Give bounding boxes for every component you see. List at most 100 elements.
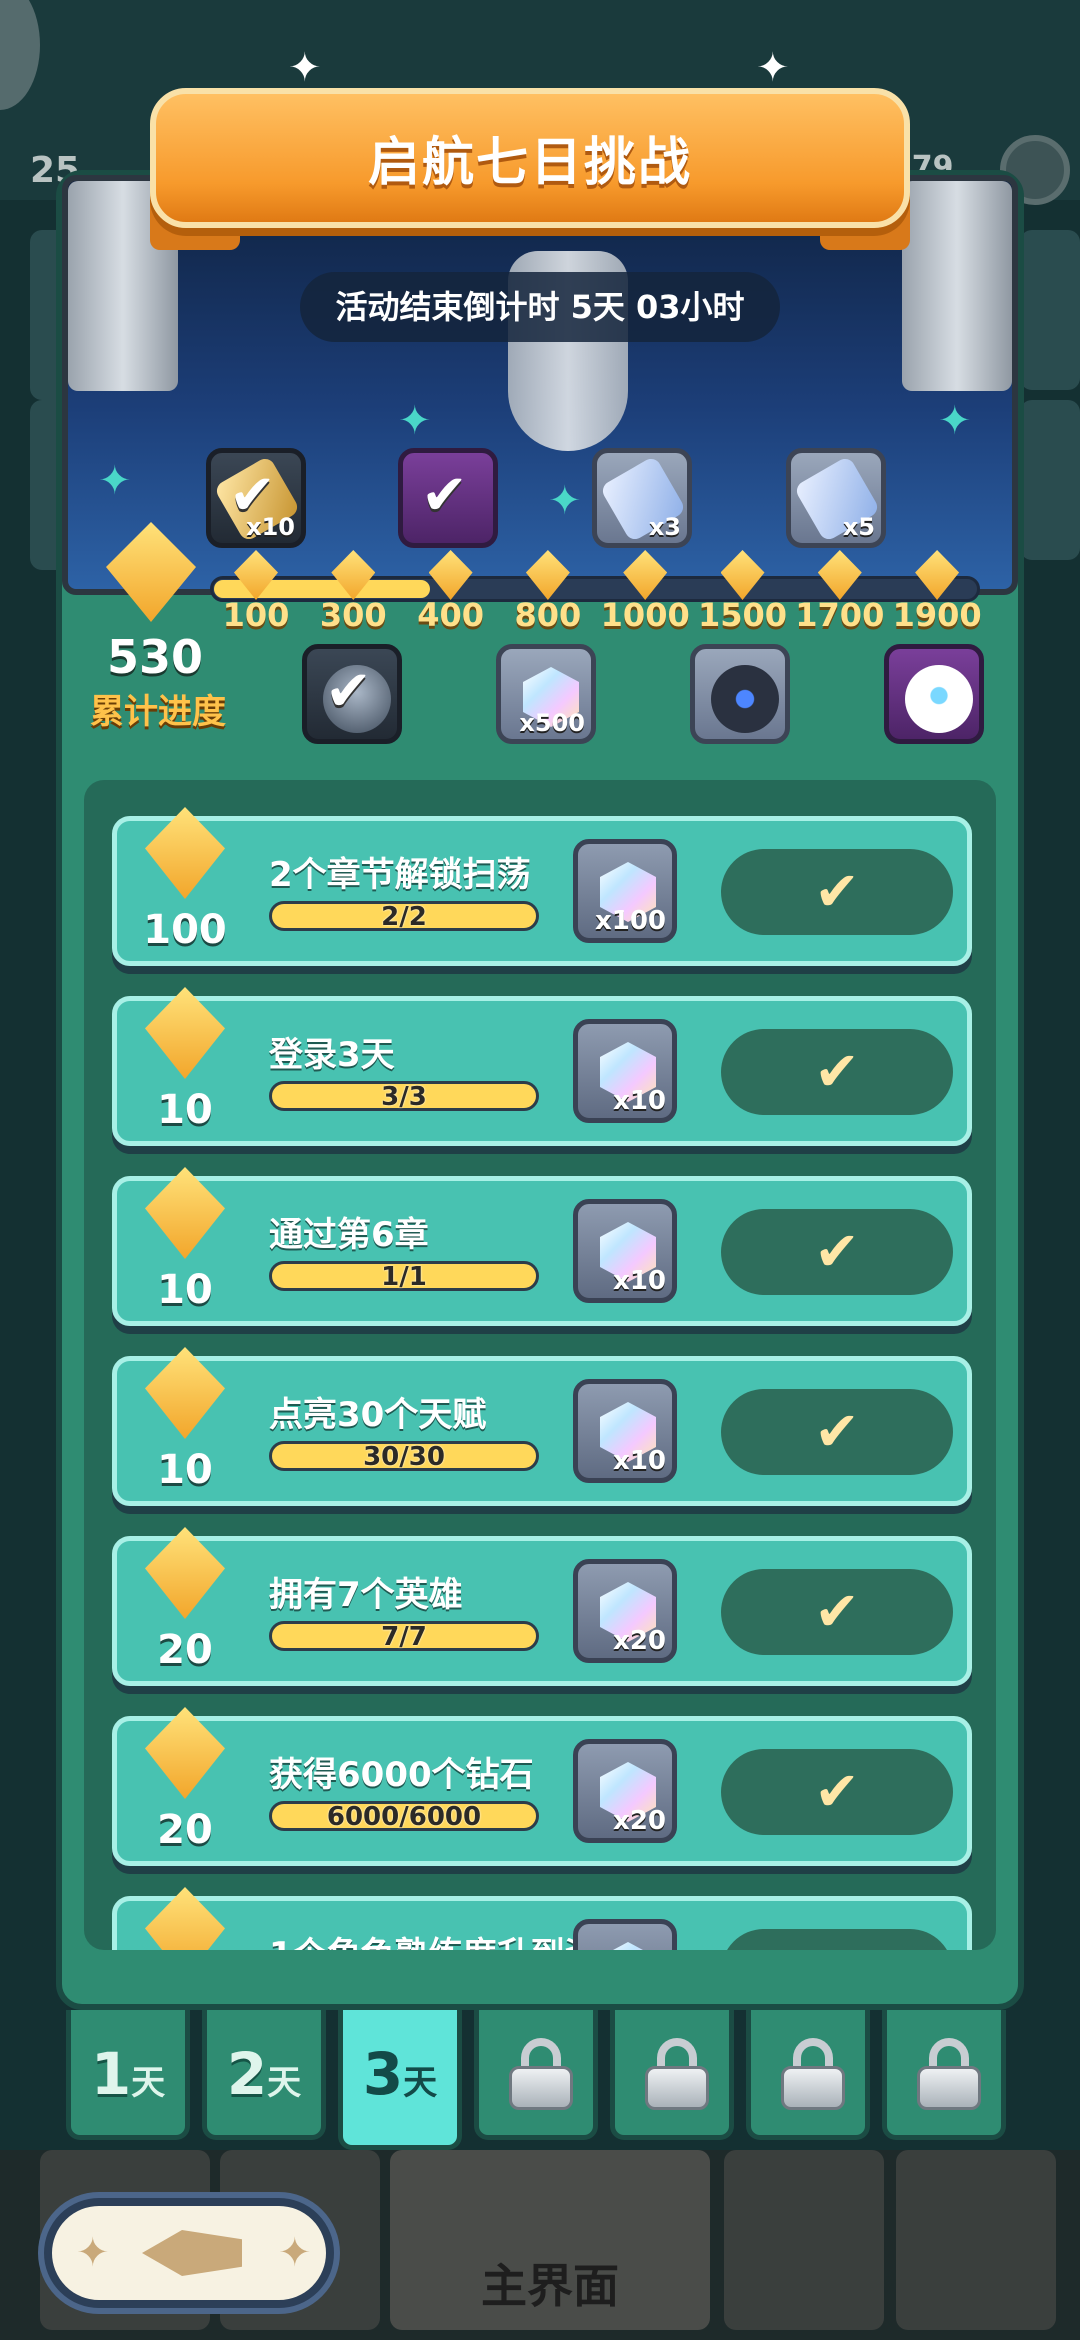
task-progress-text: 1/1 (381, 1262, 427, 1292)
milestone-value: 1700 (795, 596, 885, 634)
background-tile (1020, 230, 1080, 390)
claimed-button[interactable]: ✔ (721, 1749, 953, 1835)
task-progress-text: 7/7 (381, 1622, 427, 1652)
tab-day-number: 3 (362, 2040, 404, 2108)
diamond-points-icon (145, 987, 225, 1079)
milestone-value: 1500 (697, 596, 788, 634)
reward-qty: x500 (519, 709, 585, 737)
tab-day-4-locked[interactable] (474, 2010, 598, 2140)
back-button[interactable]: ✦ ✦ (44, 2198, 334, 2308)
milestone-value: 400 (417, 596, 484, 634)
task-list[interactable]: 100 2个章节解锁扫荡 2/2 x100 ✔ 10 登录3天 3/3 x10 … (84, 780, 996, 1950)
star-icon: ✦ (288, 45, 322, 91)
milestone-reward[interactable]: ✔ (302, 644, 402, 744)
task-reward[interactable]: x10 (573, 1019, 677, 1123)
task-progress-bar: 3/3 (269, 1081, 539, 1112)
task-progress-bar: 7/7 (269, 1621, 539, 1652)
task-progress-bar: 2/2 (269, 901, 539, 932)
progress-value: 530 (106, 630, 204, 684)
diamond-gem-icon (600, 1942, 656, 1950)
star-icon: ✦ (278, 2230, 312, 2276)
robot-hero-icon (711, 665, 779, 733)
task-reward[interactable]: x100 (573, 839, 677, 943)
claimed-button[interactable]: ✔ (721, 1389, 953, 1475)
lock-icon (645, 2038, 709, 2110)
sparkle-icon: ✦ (398, 398, 432, 444)
task-card: 10 登录3天 3/3 x10 ✔ (112, 987, 972, 1146)
title-ribbon: 启航七日挑战 (150, 88, 910, 228)
tab-day-unit: 天 (403, 2063, 438, 2103)
diamond-points-icon (145, 1347, 225, 1439)
lock-icon (781, 2038, 845, 2110)
diamond-points-icon (145, 1167, 225, 1259)
milestone-reward[interactable]: x3 (592, 448, 692, 548)
reward-qty: x10 (613, 1266, 666, 1296)
task-card: 20 获得6000个钻石 6000/6000 x20 ✔ (112, 1707, 972, 1866)
claimed-button[interactable]: ✔ (721, 1209, 953, 1295)
milestone-reward[interactable] (884, 644, 984, 744)
diamond-points-icon (145, 1887, 225, 1950)
task-reward[interactable]: x10 (573, 1199, 677, 1303)
reward-qty: x10 (613, 1086, 666, 1116)
milestone-reward[interactable]: ✔ x10 (206, 448, 306, 548)
progress-label: 累计进度 (90, 692, 226, 732)
task-title: 通过第6章 (269, 1215, 429, 1255)
nav-building-button[interactable] (896, 2150, 1056, 2330)
task-card: 1个角色熟练度升到资深 (112, 1887, 972, 1950)
claim-button[interactable] (721, 1929, 953, 1950)
tab-day-unit: 天 (131, 2063, 166, 2103)
task-progress-text: 6000/6000 (326, 1802, 482, 1832)
event-title: 启航七日挑战 (367, 133, 692, 193)
reward-qty: x100 (594, 906, 666, 936)
tab-day-3[interactable]: 3天 (338, 2010, 462, 2150)
task-points: 100 (143, 907, 227, 953)
pillar-decoration (902, 181, 1012, 391)
star-icon: ✦ (76, 2230, 110, 2276)
task-reward[interactable]: x10 (573, 1379, 677, 1483)
task-points: 20 (157, 1627, 213, 1673)
lock-icon (509, 2038, 573, 2110)
astronaut-hero-icon (905, 665, 973, 733)
task-progress-bar: 30/30 (269, 1441, 539, 1472)
event-countdown: 活动结束倒计时 5天 03小时 (300, 272, 780, 342)
reward-qty: x3 (648, 513, 681, 541)
checkmark-icon: ✔ (325, 659, 372, 724)
star-icon: ✦ (756, 45, 790, 91)
task-title: 拥有7个英雄 (269, 1575, 463, 1615)
task-progress-text: 30/30 (363, 1442, 445, 1472)
milestone-reward[interactable]: x500 (496, 644, 596, 744)
nav-talent-button[interactable] (724, 2150, 884, 2330)
task-card: 10 通过第6章 1/1 x10 ✔ (112, 1167, 972, 1326)
claimed-button[interactable]: ✔ (721, 1029, 953, 1115)
tab-day-7-locked[interactable] (882, 2010, 1006, 2140)
milestone-value: 100 (222, 596, 290, 634)
diamond-points-icon (145, 807, 225, 899)
lock-icon (917, 2038, 981, 2110)
milestone-value: 1000 (600, 596, 690, 634)
task-reward[interactable] (573, 1919, 677, 1950)
back-arrow-icon (142, 2230, 242, 2276)
milestone-value: 800 (514, 596, 582, 634)
reward-qty: x5 (842, 513, 875, 541)
reward-qty: x20 (613, 1626, 666, 1656)
task-reward[interactable]: x20 (573, 1559, 677, 1663)
milestone-reward[interactable]: ✔ (398, 448, 498, 548)
milestone-reward[interactable]: x5 (786, 448, 886, 548)
milestone-value: 1900 (892, 596, 982, 634)
tab-day-unit: 天 (267, 2063, 302, 2103)
sparkle-icon: ✦ (548, 478, 582, 524)
tab-day-5-locked[interactable] (610, 2010, 734, 2140)
checkmark-icon: ✔ (421, 463, 468, 528)
task-title: 登录3天 (269, 1035, 395, 1075)
tab-day-1[interactable]: 1天 (66, 2010, 190, 2140)
claimed-button[interactable]: ✔ (721, 849, 953, 935)
task-reward[interactable]: x20 (573, 1739, 677, 1843)
sparkle-icon: ✦ (938, 398, 972, 444)
tab-day-6-locked[interactable] (746, 2010, 870, 2140)
reward-qty: x10 (613, 1446, 666, 1476)
claimed-button[interactable]: ✔ (721, 1569, 953, 1655)
task-title: 点亮30个天赋 (269, 1395, 487, 1435)
task-progress-text: 2/2 (381, 902, 427, 932)
milestone-reward[interactable] (690, 644, 790, 744)
tab-day-2[interactable]: 2天 (202, 2010, 326, 2140)
